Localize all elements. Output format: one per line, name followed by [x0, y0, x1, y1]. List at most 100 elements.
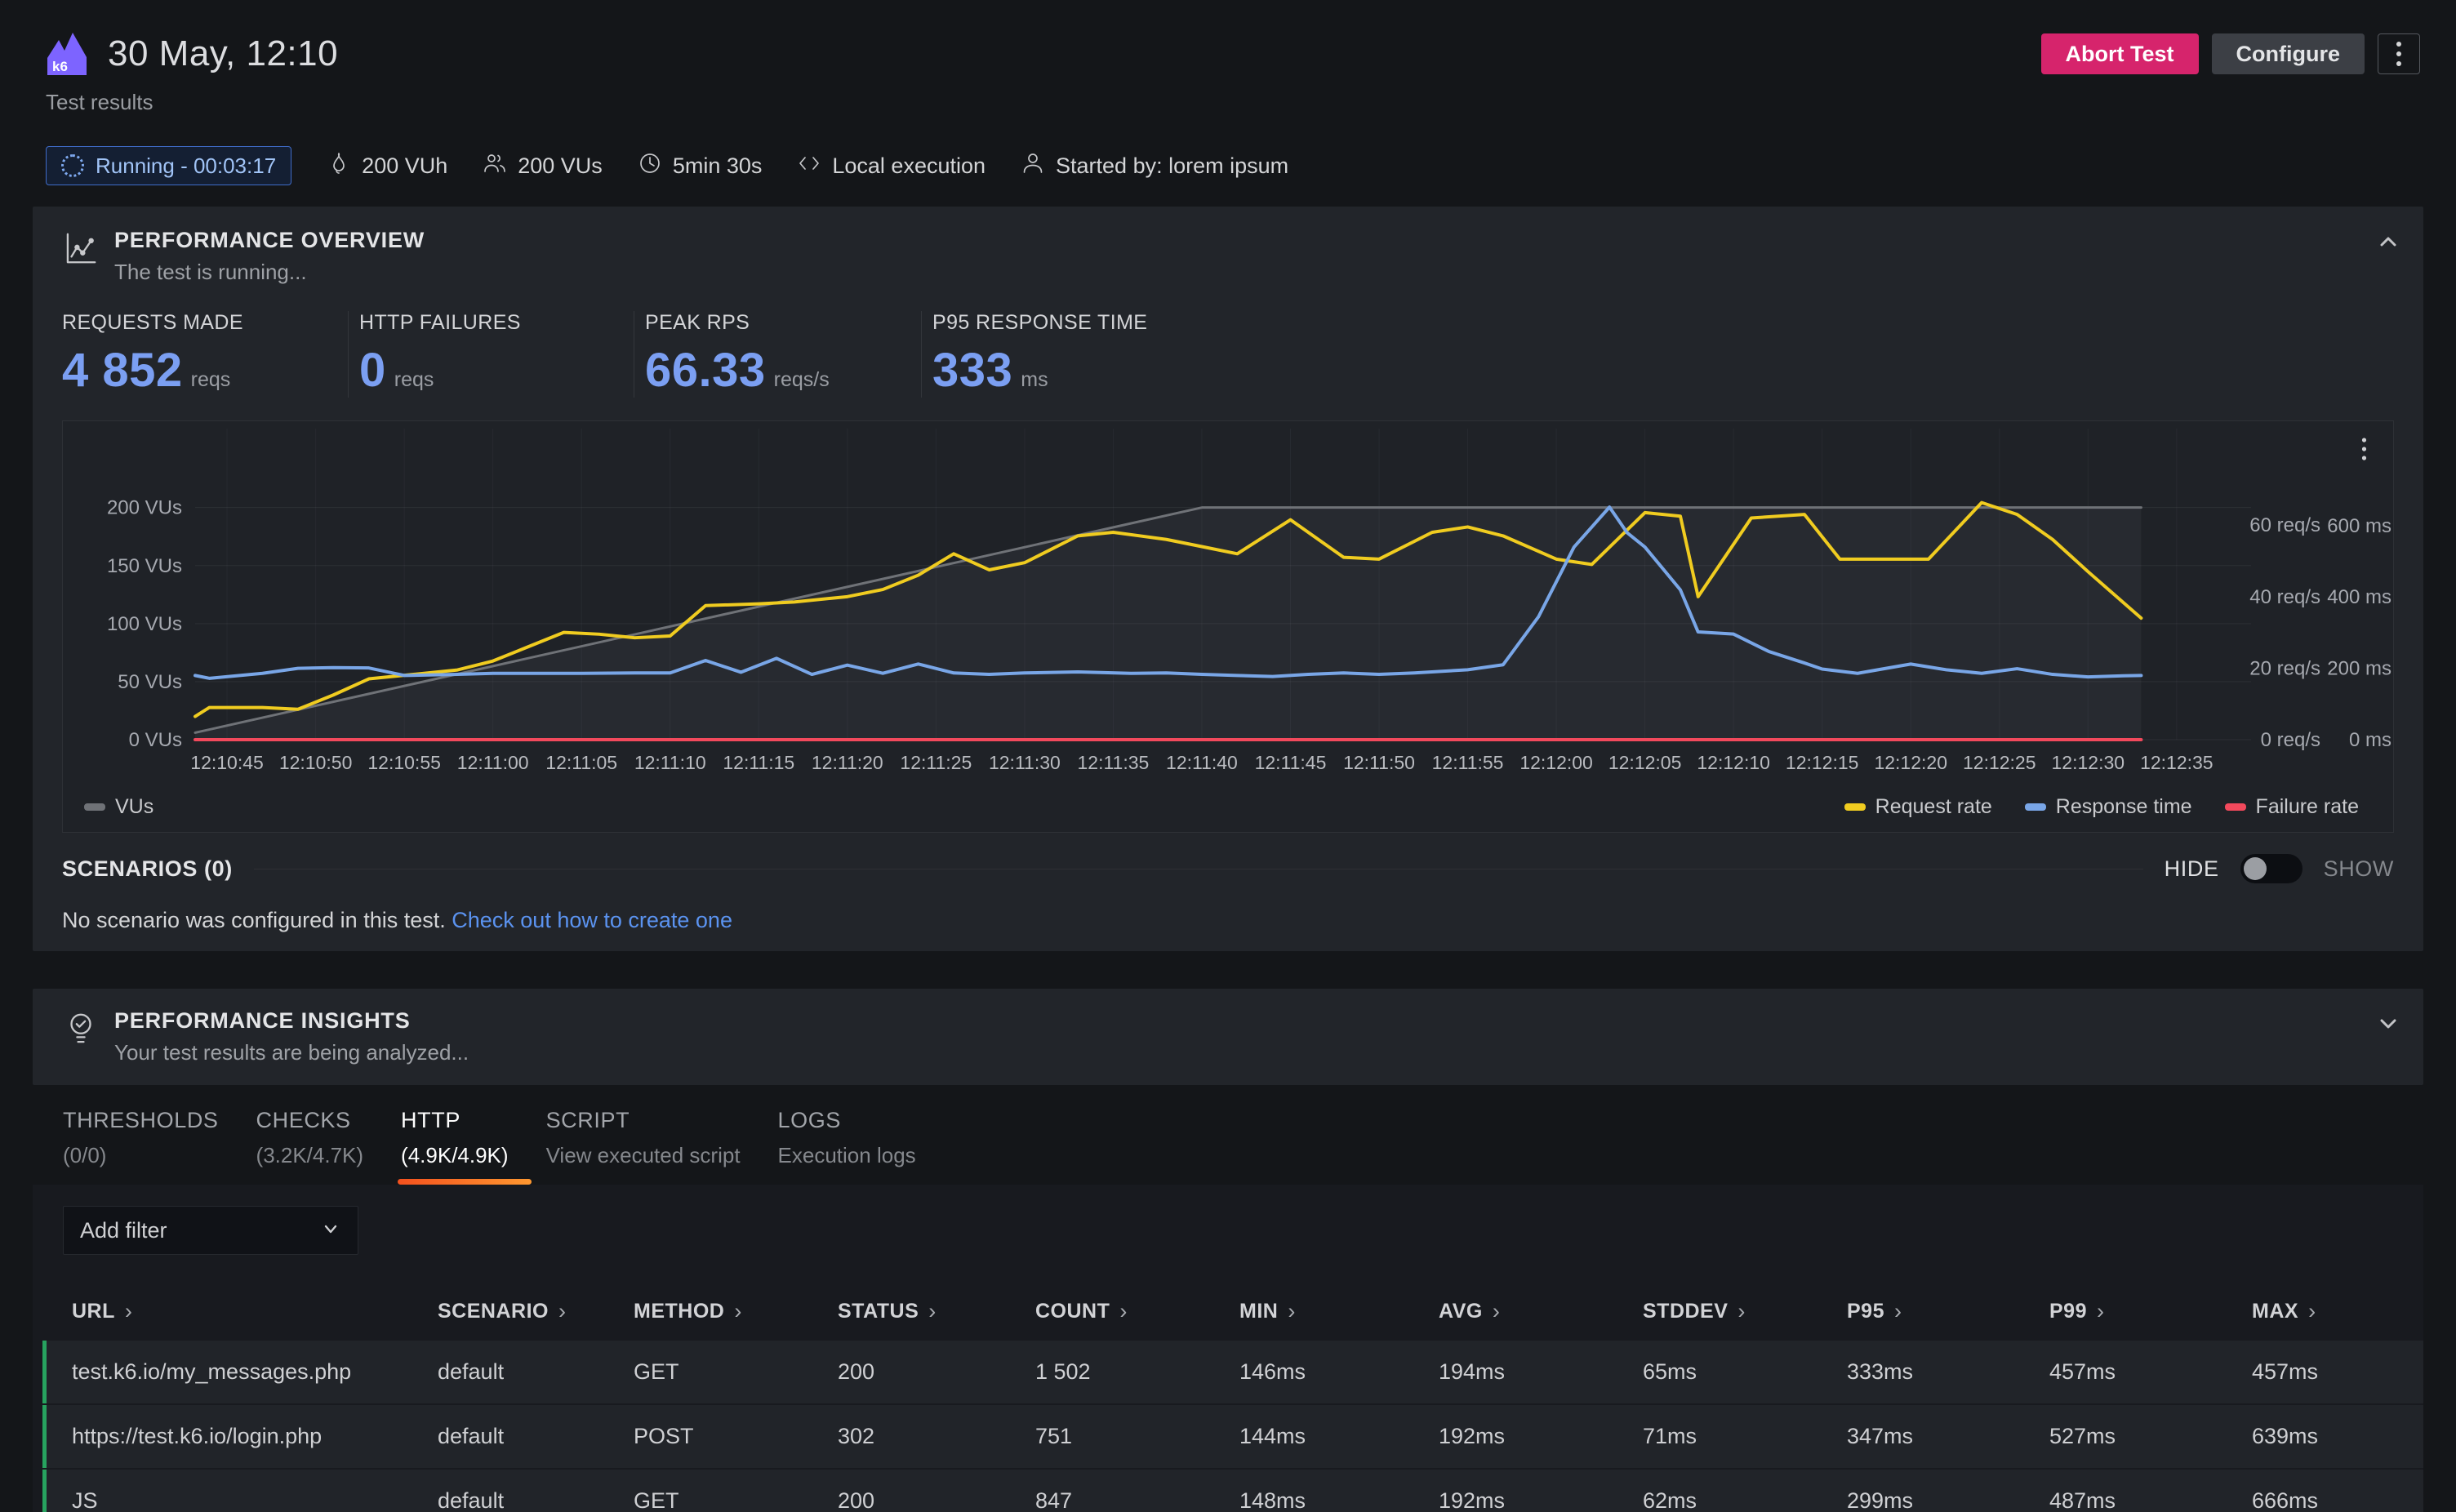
metric-value: 66.33 — [645, 343, 766, 398]
svg-text:0 req/s: 0 req/s — [2261, 729, 2320, 751]
column-header-label: URL — [72, 1300, 115, 1323]
svg-text:12:11:15: 12:11:15 — [723, 752, 794, 773]
svg-text:12:11:35: 12:11:35 — [1078, 752, 1150, 773]
url-cell: test.k6.io/my_messages.php — [72, 1359, 438, 1385]
performance-chart[interactable]: 0 VUs50 VUs100 VUs150 VUs200 VUs12:10:45… — [63, 421, 2393, 830]
column-header-label: STATUS — [838, 1300, 919, 1323]
table-cell: 457ms — [2252, 1359, 2423, 1385]
table-header-row: URL SCENARIOMETHODSTATUS COUNTMINAVG STDDEV… — [33, 1287, 2423, 1341]
table-cell: 487ms — [2049, 1488, 2252, 1512]
table-cell: 146ms — [1239, 1359, 1439, 1385]
chevron-down-icon — [2374, 1010, 2402, 1038]
column-header-scenario[interactable]: SCENARIO — [438, 1299, 634, 1324]
tab-label: HTTP — [401, 1108, 509, 1133]
svg-text:12:12:10: 12:12:10 — [1697, 752, 1770, 773]
tab-script[interactable]: SCRIPTView executed script — [546, 1108, 741, 1185]
abort-test-button[interactable]: Abort Test — [2041, 33, 2199, 74]
tab-http[interactable]: HTTP (4.9K/4.9K) — [401, 1108, 509, 1185]
legend-item-failure-rate[interactable]: Failure rate — [2225, 795, 2359, 819]
tab-checks[interactable]: CHECKS (3.2K/4.7K) — [256, 1108, 364, 1185]
column-header-status[interactable]: STATUS — [838, 1299, 1035, 1324]
table-row[interactable]: https://test.k6.io/login.phpdefaultPOST3… — [42, 1405, 2423, 1468]
svg-text:12:11:40: 12:11:40 — [1166, 752, 1238, 773]
table-row[interactable]: test.k6.io/my_messages.phpdefaultGET2001… — [42, 1341, 2423, 1403]
legend-item-request-rate[interactable]: Request rate — [1844, 795, 1992, 819]
svg-text:0 ms: 0 ms — [2349, 729, 2391, 751]
metric-label: P95 RESPONSE TIME — [932, 311, 1147, 335]
column-header-url[interactable]: URL — [72, 1299, 438, 1324]
expand-insights-button[interactable] — [2374, 1010, 2402, 1038]
svg-text:12:11:55: 12:11:55 — [1432, 752, 1504, 773]
user-icon — [1020, 150, 1046, 182]
table-cell: 847 — [1035, 1488, 1239, 1512]
metric-block: P95 RESPONSE TIME333ms — [921, 311, 1147, 398]
column-header-stddev[interactable]: STDDEV — [1643, 1299, 1847, 1324]
column-header-label: AVG — [1439, 1300, 1483, 1323]
tab-sublabel: (4.9K/4.9K) — [401, 1143, 509, 1168]
svg-text:12:11:45: 12:11:45 — [1255, 752, 1327, 773]
table-row[interactable]: JSdefaultGET200847148ms192ms62ms299ms487… — [42, 1470, 2423, 1512]
tab-label: CHECKS — [256, 1108, 364, 1133]
column-header-method[interactable]: METHOD — [634, 1299, 838, 1324]
column-header-p99[interactable]: P99 — [2049, 1299, 2252, 1324]
svg-text:20 req/s: 20 req/s — [2249, 657, 2320, 679]
table-cell: 194ms — [1439, 1359, 1643, 1385]
column-header-avg[interactable]: AVG — [1439, 1299, 1643, 1324]
table-cell: default — [438, 1359, 634, 1385]
table-cell: GET — [634, 1359, 838, 1385]
tab-sublabel: Execution logs — [778, 1143, 916, 1168]
metric-block: REQUESTS MADE4 852reqs — [62, 311, 348, 398]
chart-menu-button[interactable] — [2349, 433, 2378, 465]
status-item-users: 200 VUs — [482, 150, 603, 182]
tab-sublabel: (3.2K/4.7K) — [256, 1143, 364, 1168]
flame-icon — [326, 150, 352, 182]
performance-insights-panel: PERFORMANCE INSIGHTS Your test results a… — [33, 989, 2423, 1085]
clock-icon — [637, 150, 663, 182]
legend-swatch — [84, 803, 105, 811]
page-subtitle: Test results — [46, 90, 2420, 115]
legend-item-vus[interactable]: VUs — [84, 795, 154, 819]
status-item-label: 200 VUh — [362, 153, 447, 179]
metric-unit: ms — [1021, 368, 1048, 392]
metric-value-row: 66.33reqs/s — [645, 343, 921, 398]
collapse-overview-button[interactable] — [2374, 228, 2402, 256]
line-chart-icon — [62, 229, 100, 267]
overview-title: PERFORMANCE OVERVIEW — [114, 228, 425, 253]
overview-chart-panel: 0 VUs50 VUs100 VUs150 VUs200 VUs12:10:45… — [62, 420, 2394, 833]
metric-value-row: 0reqs — [359, 343, 634, 398]
table-cell: 751 — [1035, 1424, 1239, 1449]
table-row-grid: JSdefaultGET200847148ms192ms62ms299ms487… — [47, 1470, 2423, 1512]
page-title: 30 May, 12:10 — [108, 33, 338, 74]
show-label: SHOW — [2324, 856, 2394, 882]
tab-logs[interactable]: LOGSExecution logs — [778, 1108, 916, 1185]
hide-show-toggle[interactable] — [2240, 854, 2302, 883]
column-header-label: STDDEV — [1643, 1300, 1728, 1323]
svg-text:k6: k6 — [52, 59, 68, 74]
results-tabs: THRESHOLDS(0/0) CHECKS (3.2K/4.7K) HTTP (4.9… — [63, 1108, 2456, 1185]
tab-sublabel: View executed script — [546, 1143, 741, 1168]
svg-text:12:10:50: 12:10:50 — [279, 752, 353, 773]
configure-button[interactable]: Configure — [2212, 33, 2365, 74]
table-cell: 302 — [838, 1424, 1035, 1449]
svg-text:12:10:55: 12:10:55 — [367, 752, 441, 773]
column-header-max[interactable]: MAX — [2252, 1299, 2423, 1324]
active-tab-underline — [398, 1179, 532, 1185]
tab-thresholds[interactable]: THRESHOLDS(0/0) — [63, 1108, 219, 1185]
metric-block: HTTP FAILURES0reqs — [348, 311, 634, 398]
performance-overview-panel: PERFORMANCE OVERVIEW The test is running… — [33, 207, 2423, 951]
http-section-panel: Add filter URLSCENARIOMETHODSTATUSCOUNTM… — [33, 1185, 2423, 1512]
column-header-label: P99 — [2049, 1300, 2087, 1323]
metric-value: 0 — [359, 343, 386, 398]
hide-label: HIDE — [2165, 856, 2219, 882]
legend-swatch — [1844, 803, 1866, 811]
metric-unit: reqs — [191, 368, 231, 392]
legend-item-response-time[interactable]: Response time — [2025, 795, 2192, 819]
column-header-count[interactable]: COUNT — [1035, 1299, 1239, 1324]
users-icon — [482, 150, 508, 182]
column-header-min[interactable]: MIN — [1239, 1299, 1439, 1324]
header-menu-button[interactable] — [2378, 33, 2420, 74]
column-header-p95[interactable]: P95 — [1847, 1299, 2049, 1324]
create-scenario-link[interactable]: Check out how to create one — [452, 908, 732, 932]
add-filter-select[interactable]: Add filter — [63, 1206, 358, 1255]
tab-label: THRESHOLDS — [63, 1108, 219, 1133]
